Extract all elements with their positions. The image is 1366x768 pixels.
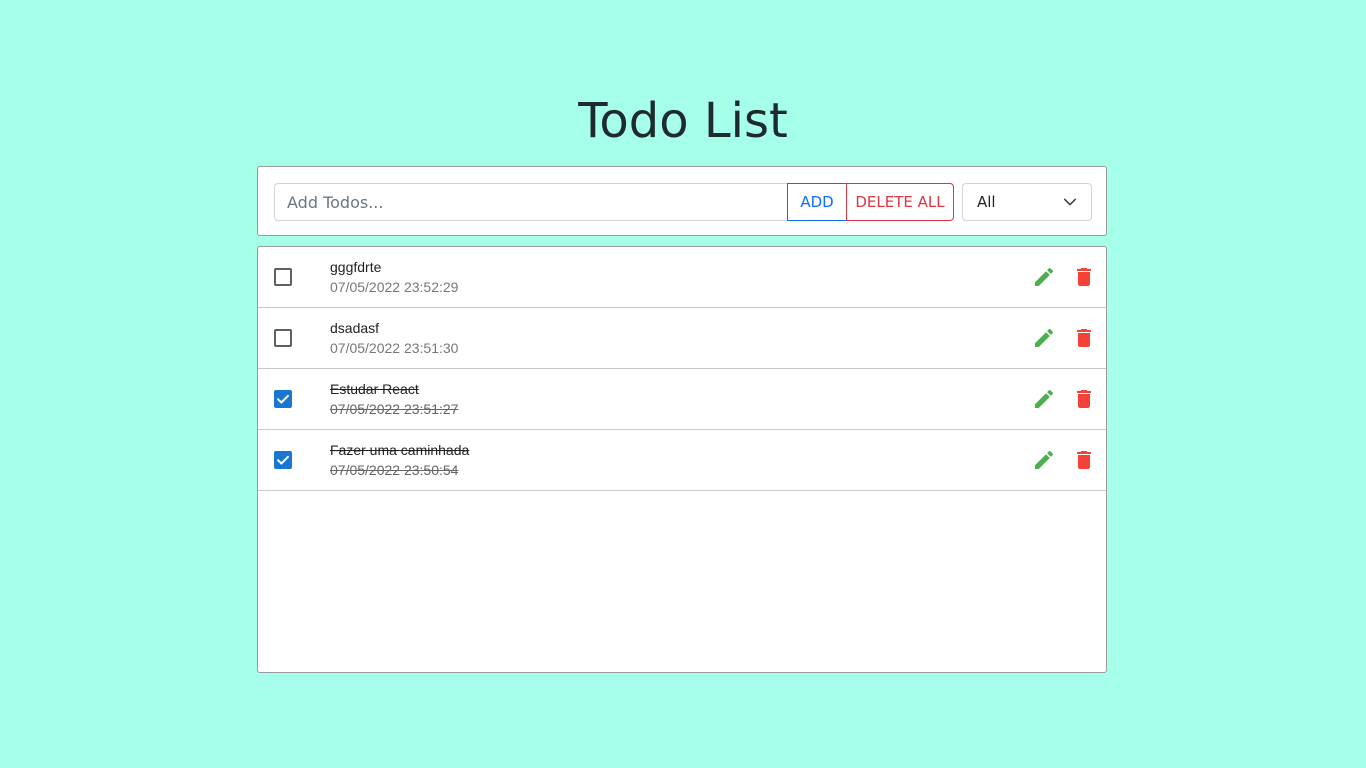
delete-all-button[interactable]: DELETE ALL xyxy=(846,183,954,221)
todo-timestamp: 07/05/2022 23:51:27 xyxy=(330,401,459,417)
todo-text: Estudar React xyxy=(330,381,419,397)
pencil-icon xyxy=(1035,450,1054,469)
edit-button[interactable] xyxy=(1032,448,1056,472)
todo-item: gggfdrte 07/05/2022 23:52:29 xyxy=(258,247,1106,308)
edit-button[interactable] xyxy=(1032,387,1056,411)
pencil-icon xyxy=(1035,328,1054,347)
delete-button[interactable] xyxy=(1072,448,1096,472)
todo-timestamp: 07/05/2022 23:50:54 xyxy=(330,462,459,478)
filter-select[interactable]: All xyxy=(962,183,1092,221)
add-button[interactable]: ADD xyxy=(787,183,847,221)
filter-selected-value: All xyxy=(977,193,996,211)
trash-icon xyxy=(1077,329,1091,347)
delete-button[interactable] xyxy=(1072,387,1096,411)
todo-item: dsadasf 07/05/2022 23:51:30 xyxy=(258,308,1106,369)
todo-timestamp: 07/05/2022 23:52:29 xyxy=(330,279,459,295)
todo-text: gggfdrte xyxy=(330,259,382,275)
todo-list: gggfdrte 07/05/2022 23:52:29 dsadasf 07/… xyxy=(257,246,1107,673)
page-title: Todo List xyxy=(578,93,788,149)
todo-checkbox[interactable] xyxy=(274,329,292,347)
delete-button[interactable] xyxy=(1072,265,1096,289)
todo-toolbar: ADD DELETE ALL All xyxy=(257,166,1107,236)
todo-checkbox[interactable] xyxy=(274,268,292,286)
delete-button[interactable] xyxy=(1072,326,1096,350)
pencil-icon xyxy=(1035,389,1054,408)
todo-text: dsadasf xyxy=(330,320,380,336)
trash-icon xyxy=(1077,390,1091,408)
todo-item: Estudar React 07/05/2022 23:51:27 xyxy=(258,369,1106,430)
trash-icon xyxy=(1077,268,1091,286)
checkmark-icon xyxy=(277,394,289,404)
edit-button[interactable] xyxy=(1032,326,1056,350)
todo-item: Fazer uma caminhada 07/05/2022 23:50:54 xyxy=(258,430,1106,491)
chevron-down-icon xyxy=(1063,198,1077,206)
pencil-icon xyxy=(1035,267,1054,286)
todo-text: Fazer uma caminhada xyxy=(330,442,470,458)
todo-checkbox[interactable] xyxy=(274,451,292,469)
checkmark-icon xyxy=(277,455,289,465)
trash-icon xyxy=(1077,451,1091,469)
todo-timestamp: 07/05/2022 23:51:30 xyxy=(330,340,459,356)
add-todo-input[interactable] xyxy=(274,183,788,221)
todo-checkbox[interactable] xyxy=(274,390,292,408)
edit-button[interactable] xyxy=(1032,265,1056,289)
